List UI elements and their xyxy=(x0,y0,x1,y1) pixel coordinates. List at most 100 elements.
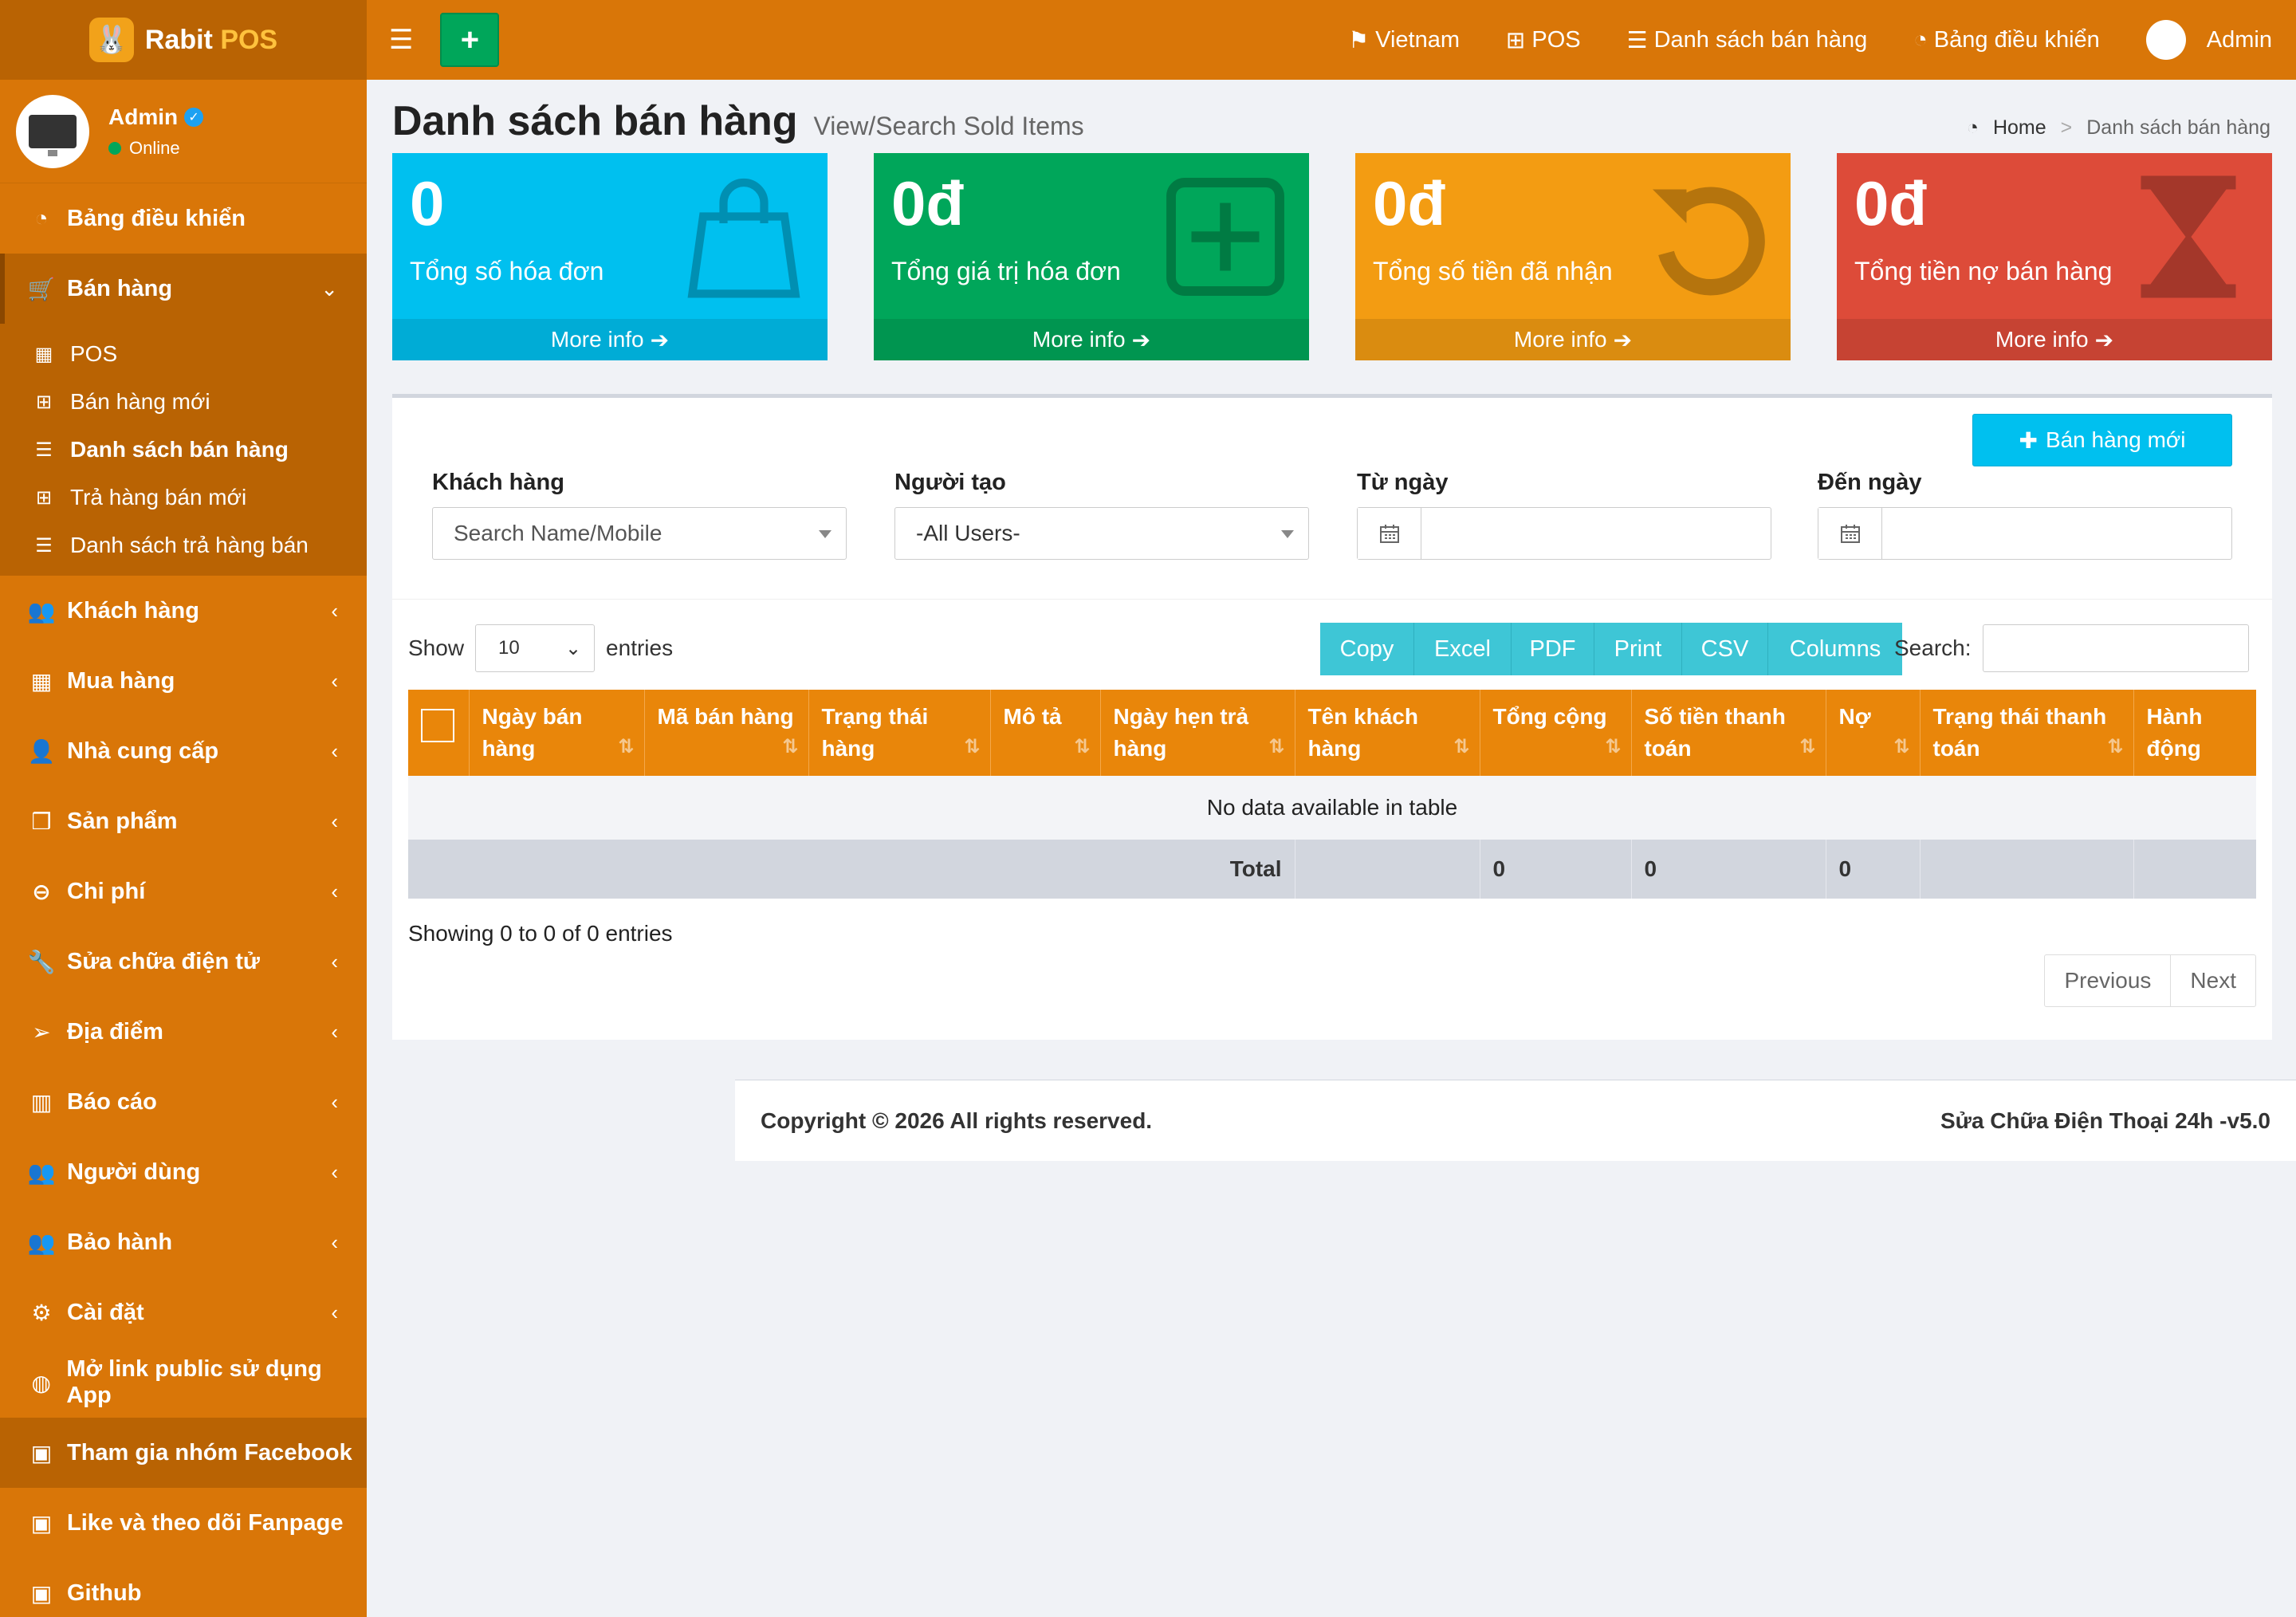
new-sale-button[interactable]: ✚ Bán hàng mới xyxy=(1972,414,2232,466)
topbar: ☰ + ⚑ Vietnam ⊞ POS ☰ Danh sách bán hàng ◔ B… xyxy=(367,0,2296,80)
entries-select[interactable]: 10 ⌄ xyxy=(475,624,596,672)
sidebar-item-warranty[interactable]: 👥 Bảo hành ‹ xyxy=(0,1207,367,1277)
creator-select[interactable]: -All Users- xyxy=(894,507,1309,560)
filter-to-date: Đến ngày xyxy=(1818,470,2232,560)
print-button[interactable]: Print xyxy=(1594,623,1682,675)
sort-icon: ⇅ xyxy=(1893,736,1910,757)
arrow-circle-right-icon: ➔ xyxy=(1131,327,1151,352)
customer-select[interactable]: Search Name/Mobile xyxy=(432,507,847,560)
submenu-item-pos[interactable]: ▦ POS xyxy=(0,330,367,378)
sidebar-item-customers[interactable]: 👥 Khách hàng ‹ xyxy=(0,576,367,646)
chevron-left-icon: ‹ xyxy=(331,1019,338,1044)
previous-button[interactable]: Previous xyxy=(2045,955,2170,1006)
columns-button[interactable]: Columns xyxy=(1768,623,1902,675)
filter-from-date: Từ ngày xyxy=(1357,470,1771,560)
sidebar-item-sales[interactable]: 🛒 Bán hàng ⌄ xyxy=(0,254,367,324)
pdf-button[interactable]: PDF xyxy=(1512,623,1594,675)
total-row: Total 0 0 0 xyxy=(408,840,2256,899)
total-label: Total xyxy=(408,840,1295,899)
stat-value: 0đ xyxy=(891,168,965,238)
sidebar-item-products[interactable]: ❒ Sản phẩm ‹ xyxy=(0,786,367,856)
select-all-checkbox[interactable] xyxy=(421,709,454,742)
logo[interactable]: 🐰 Rabit POS xyxy=(0,0,367,80)
breadcrumb-home[interactable]: Home xyxy=(1993,116,2046,140)
sidebar-item-suppliers[interactable]: 👤 Nhà cung cấp ‹ xyxy=(0,716,367,786)
to-date-input[interactable] xyxy=(1818,507,2232,560)
list-icon: ☰ xyxy=(35,439,53,461)
sidebar-item-fanpage[interactable]: ▣ Like và theo dõi Fanpage xyxy=(0,1488,367,1558)
chevron-left-icon: ‹ xyxy=(331,1229,338,1254)
chevron-left-icon: ‹ xyxy=(331,1089,338,1114)
plus-square-icon: ⊞ xyxy=(1506,27,1526,53)
col-return-date[interactable]: Ngày hẹn trả hàng ⇅ xyxy=(1100,690,1295,776)
breadcrumb: ◔ Home > Danh sách bán hàng xyxy=(1967,116,2270,140)
csv-button[interactable]: CSV xyxy=(1682,623,1768,675)
calendar-icon xyxy=(1358,508,1421,559)
col-description[interactable]: Mô tả ⇅ xyxy=(990,690,1101,776)
sidebar-item-reports[interactable]: ▥ Báo cáo ‹ xyxy=(0,1067,367,1137)
quick-add-button[interactable]: + xyxy=(440,13,500,67)
col-actions: Hành động xyxy=(2133,690,2256,776)
sort-icon: ⇅ xyxy=(1268,736,1285,757)
empty-message: No data available in table xyxy=(408,776,2256,840)
grid-icon: ▦ xyxy=(30,668,53,694)
sidebar-item-github[interactable]: ▣ Github xyxy=(0,1558,367,1617)
online-dot-icon xyxy=(108,141,121,155)
sidebar-item-repair[interactable]: 🔧 Sửa chữa điện tử ‹ xyxy=(0,927,367,997)
search-input[interactable] xyxy=(1982,624,2249,672)
nav-dashboard[interactable]: ◔ Bảng điều khiển xyxy=(1913,27,2100,53)
from-date-input[interactable] xyxy=(1357,507,1771,560)
next-button[interactable]: Next xyxy=(2170,955,2255,1006)
stat-more-info[interactable]: More info ➔ xyxy=(1355,319,1791,360)
col-customer-name[interactable]: Tên khách hàng ⇅ xyxy=(1295,690,1480,776)
stat-label: Tổng số hóa đơn xyxy=(410,257,604,285)
avatar xyxy=(2145,20,2186,60)
col-total[interactable]: Tổng cộng ⇅ xyxy=(1480,690,1632,776)
nav-pos[interactable]: ⊞ POS xyxy=(1506,26,1581,54)
sidebar-item-dashboard[interactable]: ◔ Bảng điều khiển xyxy=(0,183,367,254)
app-name-pos: POS xyxy=(220,24,278,55)
stat-more-info[interactable]: More info ➔ xyxy=(874,319,1309,360)
submenu-item-new-sale[interactable]: ⊞ Bán hàng mới xyxy=(0,378,367,426)
stat-total-value: 0đ Tổng giá trị hóa đơn More info ➔ xyxy=(874,153,1309,360)
language-icon: ⚑ xyxy=(1348,27,1370,53)
arrow-circle-right-icon: ➔ xyxy=(1613,327,1633,352)
divider xyxy=(392,599,2272,600)
col-sale-date[interactable]: Ngày bán hàng ⇅ xyxy=(469,690,645,776)
col-debt[interactable]: Nợ ⇅ xyxy=(1826,690,1921,776)
stat-more-info[interactable]: More info ➔ xyxy=(392,319,828,360)
col-payment-status[interactable]: Trạng thái thanh toán ⇅ xyxy=(1920,690,2134,776)
stat-label: Tổng giá trị hóa đơn xyxy=(891,257,1121,285)
col-sale-code[interactable]: Mã bán hàng ⇅ xyxy=(644,690,809,776)
chevron-down-icon: ⌄ xyxy=(320,276,338,301)
sidebar-item-settings[interactable]: ⚙ Cài đặt ‹ xyxy=(0,1277,367,1348)
chevron-left-icon: ‹ xyxy=(331,668,338,693)
hamburger-icon[interactable]: ☰ xyxy=(389,24,413,56)
sidebar-item-public-link[interactable]: ◍ Mở link public sử dụng App xyxy=(0,1348,367,1418)
stat-label: Tổng số tiền đã nhận xyxy=(1373,257,1613,285)
submenu-item-return-list[interactable]: ☰ Danh sách trả hàng bán xyxy=(0,521,367,569)
sidebar-item-facebook-group[interactable]: ▣ Tham gia nhóm Facebook xyxy=(0,1418,367,1488)
sidebar-item-expenses[interactable]: ⊖ Chi phí ‹ xyxy=(0,856,367,927)
nav-language[interactable]: ⚑ Vietnam xyxy=(1348,26,1460,54)
sidebar-item-locations[interactable]: ➢ Địa điểm ‹ xyxy=(0,997,367,1067)
nav-user-menu[interactable]: Admin xyxy=(2145,20,2272,60)
users-icon: 👥 xyxy=(27,1159,56,1185)
stat-more-info[interactable]: More info ➔ xyxy=(1837,319,2272,360)
submenu-item-sales-list[interactable]: ☰ Danh sách bán hàng xyxy=(0,426,367,474)
globe-icon: ◍ xyxy=(31,1370,51,1395)
sidebar-item-users[interactable]: 👥 Người dùng ‹ xyxy=(0,1137,367,1207)
wrench-icon: 🔧 xyxy=(27,949,56,974)
dashboard-icon: ◔ xyxy=(1913,26,1928,53)
excel-button[interactable]: Excel xyxy=(1414,623,1512,675)
stat-total-received: 0đ Tổng số tiền đã nhận More info ➔ xyxy=(1355,153,1791,360)
arrow-circle-right-icon: ➔ xyxy=(650,327,670,352)
col-item-status[interactable]: Trạng thái hàng ⇅ xyxy=(808,690,991,776)
sidebar-item-purchases[interactable]: ▦ Mua hàng ‹ xyxy=(0,646,367,716)
length-control: Show 10 ⌄ entries xyxy=(408,624,673,672)
copy-button[interactable]: Copy xyxy=(1320,623,1414,675)
col-paid-amount[interactable]: Số tiền thanh toán ⇅ xyxy=(1631,690,1826,776)
submenu-item-new-return[interactable]: ⊞ Trả hàng bán mới xyxy=(0,474,367,521)
page-title: Danh sách bán hàng xyxy=(392,98,798,144)
nav-sales-list[interactable]: ☰ Danh sách bán hàng xyxy=(1627,26,1868,54)
